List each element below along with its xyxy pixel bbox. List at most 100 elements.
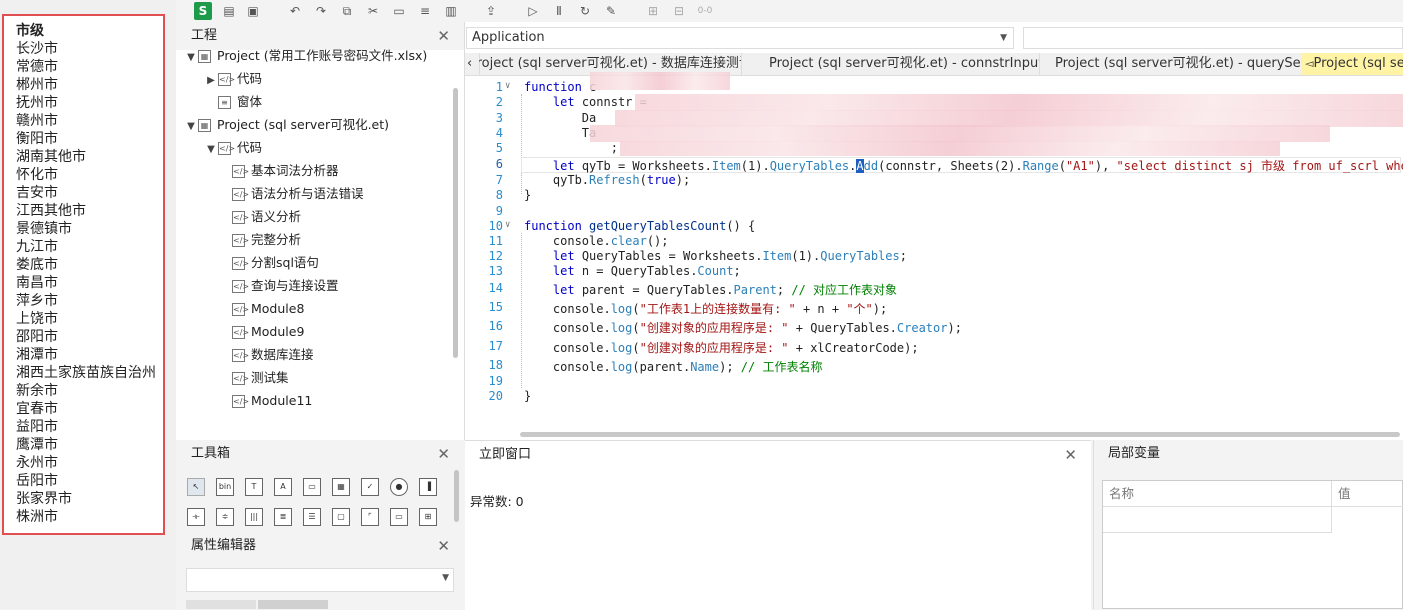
code-line-3: Da [524, 111, 597, 125]
tree-item[interactable]: </> 语义分析 [226, 205, 301, 228]
close-icon[interactable]: ✕ [1064, 441, 1077, 469]
chevron-right-icon[interactable]: ▶ [204, 69, 218, 92]
project-icon: ▦ [198, 119, 211, 132]
tree-item[interactable]: </> 语法分析与语法错误 [226, 182, 364, 205]
multipage-tool-icon[interactable]: ≣ [274, 508, 292, 526]
spin-tool-icon[interactable]: ≑ [216, 508, 234, 526]
comment-icon[interactable]: ▥ [442, 2, 460, 20]
line-number: 11 [488, 234, 503, 248]
save-icon[interactable]: ▣ [244, 2, 262, 20]
city-item: 长沙市 [16, 41, 58, 57]
city-item: 抚州市 [16, 95, 58, 111]
city-item: 常德市 [16, 59, 58, 75]
tree-item[interactable]: </> 数据库连接 [226, 343, 314, 366]
breakpoint-icon[interactable]: ⊞ [644, 2, 662, 20]
tree-item[interactable]: ▼ </> 代码 [204, 136, 262, 159]
tabstrip-tool-icon[interactable]: ||| [245, 508, 263, 526]
frame-tool-icon[interactable]: ▭ [303, 478, 321, 496]
tab-active[interactable]: ◅Project (sql se [1301, 53, 1403, 75]
locals-table[interactable]: 名称 值 [1102, 480, 1403, 609]
step-icon[interactable]: ⊟ [670, 2, 688, 20]
property-tab-2[interactable] [258, 600, 328, 609]
tab-connstr-input[interactable]: Project (sql server可视化.et) - connstrInpu… [761, 53, 1040, 75]
code-line-4: Ta [524, 126, 597, 140]
format-icon[interactable]: ≡ [416, 2, 434, 20]
chevron-down-icon[interactable]: ▼ [184, 115, 198, 138]
undo-icon[interactable]: ↶ [286, 2, 304, 20]
refedit-tool-icon[interactable]: ⌜ [361, 508, 379, 526]
combobox-tool-icon[interactable]: ▦ [332, 478, 350, 496]
tree-item-label: 代码 [237, 71, 263, 86]
tree-item[interactable]: ▼ ▦ Project (常用工作账号密码文件.xlsx) [184, 44, 427, 67]
close-icon[interactable]: ✕ [437, 440, 450, 468]
copy-icon[interactable]: ⧉ [338, 2, 356, 20]
cut-icon[interactable]: ✂ [364, 2, 382, 20]
module-icon: </> [232, 211, 250, 224]
tree-item[interactable]: </> 测试集 [226, 366, 289, 389]
property-tab-1[interactable] [186, 600, 256, 609]
tree-item-label: 测试集 [251, 370, 289, 385]
textbox-tool-icon[interactable]: T [245, 478, 263, 496]
toolbox-title: 工具箱 [191, 446, 231, 461]
tree-item[interactable]: </> Module8 [226, 297, 304, 320]
toolbox-scrollbar[interactable] [454, 470, 459, 522]
debug-icon[interactable]: ✎ [602, 2, 620, 20]
radio-tool-icon[interactable]: ● [390, 478, 408, 496]
indent-guide [521, 94, 523, 194]
new-file-icon[interactable]: ▤ [220, 2, 238, 20]
tree-item[interactable]: </> 完整分析 [226, 228, 301, 251]
reset-icon[interactable]: ↻ [576, 2, 594, 20]
tree-item[interactable]: ▼ ▦ Project (sql server可视化.et) [184, 113, 389, 136]
chevron-down-icon[interactable]: ▼ [204, 138, 218, 161]
paste-icon[interactable]: ▭ [390, 2, 408, 20]
chevron-down-icon[interactable]: ▼ [184, 46, 198, 69]
module-icon: </> [232, 349, 250, 362]
run-icon[interactable]: ▷ [524, 2, 542, 20]
tree-item[interactable]: </> 分割sql语句 [226, 251, 319, 274]
fold-icon[interactable]: ∨ [505, 220, 517, 234]
tree-item[interactable]: </> Module9 [226, 320, 304, 343]
checkbox-tool-icon[interactable]: ✓ [361, 478, 379, 496]
scrollbar-tool-icon[interactable]: ⟛ [187, 508, 205, 526]
line-number: 9 [495, 204, 503, 218]
close-icon[interactable]: ✕ [437, 532, 450, 560]
redo-icon[interactable]: ↷ [312, 2, 330, 20]
text-tool-icon[interactable]: A [274, 478, 292, 496]
tree-item[interactable]: </> 基本词法分析器 [226, 159, 339, 182]
folder-tool-icon[interactable]: ▭ [390, 508, 408, 526]
grid-tool-icon[interactable]: ⊞ [419, 508, 437, 526]
editor-horizontal-scrollbar[interactable] [520, 432, 1400, 437]
line-number: 3 [495, 111, 503, 125]
listbox-tool-icon[interactable]: ▐ [419, 478, 437, 496]
label-tool-icon[interactable]: bin [216, 478, 234, 496]
tree-item[interactable]: </> Module11 [226, 389, 312, 412]
export-icon[interactable]: ⇪ [482, 2, 500, 20]
project-scrollbar[interactable] [453, 88, 458, 358]
pointer-tool-icon[interactable]: ↖ [187, 478, 205, 496]
line-number: 5 [495, 141, 503, 155]
fold-icon[interactable]: ∨ [505, 81, 517, 95]
tab-scroll-left-icon[interactable]: ‹ [465, 53, 480, 75]
line-number: 7 [495, 173, 503, 187]
close-icon[interactable]: ✕ [437, 22, 450, 50]
city-item: 景德镇市 [16, 221, 72, 237]
watch-icon[interactable]: 0-0 [696, 2, 714, 20]
tree-item[interactable]: ≡ 窗体 [204, 90, 262, 113]
immediate-output[interactable]: 异常数: 0 [470, 491, 524, 510]
tree-item[interactable]: ▶ </> 代码 [204, 67, 262, 90]
list-tool-icon[interactable]: ☰ [303, 508, 321, 526]
code-editor[interactable]: 1 2 3 4 5 6 7 8 9 10 11 12 13 14 15 16 17 18 19 20 ∨ ∨ func… [465, 72, 1403, 433]
tab-queryset[interactable]: Project (sql server可视化.et) - querySet [1047, 53, 1304, 75]
object-dropdown[interactable]: Application ▼ [466, 27, 1014, 49]
line-number: 20 [488, 389, 503, 403]
tree-item[interactable]: </> 查询与连接设置 [226, 274, 339, 297]
procedure-dropdown[interactable] [1023, 27, 1403, 49]
image-tool-icon[interactable]: ▢ [332, 508, 350, 526]
redacted-region [590, 72, 730, 90]
pause-icon[interactable]: Ⅱ [550, 2, 568, 20]
line-number: 13 [488, 264, 503, 278]
code-line-15: console.log("工作表1上的连接数量有: " + n + "个"); [524, 302, 888, 316]
s-logo-icon[interactable]: S [194, 2, 212, 20]
city-item: 怀化市 [16, 167, 58, 183]
property-object-select[interactable]: ▼ [186, 568, 454, 592]
